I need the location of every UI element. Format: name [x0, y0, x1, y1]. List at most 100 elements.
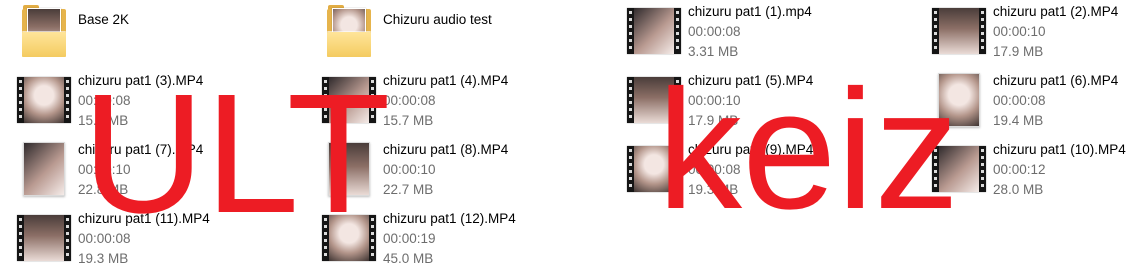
tile-details: chizuru pat1 (12).MP4 00:00:19 45.0 MB	[383, 209, 516, 269]
film-sprocket-strip	[629, 78, 632, 122]
tile-icon-area	[930, 2, 988, 60]
video-file-tile[interactable]: chizuru pat1 (8).MP4 00:00:10 22.7 MB	[320, 140, 625, 209]
file-duration: 00:00:08	[688, 24, 741, 39]
video-thumbnail-icon	[627, 8, 681, 54]
folder-icon	[327, 5, 371, 57]
file-name: chizuru pat1 (9).MP4	[688, 142, 814, 157]
tile-icon-area	[625, 140, 683, 198]
tile-details: chizuru pat1 (4).MP4 00:00:08 15.7 MB	[383, 71, 508, 131]
file-duration: 00:00:08	[993, 93, 1046, 108]
file-name: chizuru pat1 (8).MP4	[383, 142, 509, 157]
film-sprocket-strip	[19, 78, 22, 122]
thumbnail-image	[634, 146, 674, 192]
tile-details: chizuru pat1 (11).MP4 00:00:08 19.3 MB	[78, 209, 210, 269]
film-sprocket-strip	[981, 9, 984, 53]
file-size: 19.3 MB	[688, 182, 739, 197]
file-duration: 00:00:10	[688, 93, 741, 108]
tile-details: chizuru pat1 (5).MP4 00:00:10 17.9 MB	[688, 71, 813, 131]
file-size: 22.7 MB	[383, 182, 434, 197]
video-file-tile[interactable]: chizuru pat1 (11).MP4 00:00:08 19.3 MB	[15, 209, 320, 278]
folder-tile[interactable]: Base 2K	[15, 2, 320, 71]
file-size: 19.4 MB	[993, 113, 1044, 128]
file-duration: 00:00:08	[78, 93, 131, 108]
file-name: chizuru pat1 (10).MP4	[993, 142, 1126, 157]
folder-tile[interactable]: Chizuru audio test	[320, 2, 625, 71]
file-name: chizuru pat1 (6).MP4	[993, 73, 1119, 88]
thumbnail-image	[24, 77, 64, 123]
video-file-tile[interactable]: chizuru pat1 (1).mp4 00:00:08 3.31 MB	[625, 2, 930, 71]
tile-details: chizuru pat1 (2).MP4 00:00:10 17.9 MB	[993, 2, 1118, 62]
video-thumbnail-icon	[932, 146, 986, 192]
thumbnail-image	[329, 215, 369, 261]
tile-icon-area	[320, 2, 378, 60]
file-name: chizuru pat1 (7).MP4	[78, 142, 204, 157]
film-sprocket-strip	[676, 78, 679, 122]
file-size: 15.7 MB	[383, 113, 434, 128]
film-sprocket-strip	[324, 216, 327, 260]
file-duration: 00:00:08	[383, 93, 436, 108]
tile-icon-area	[930, 140, 988, 198]
film-sprocket-strip	[629, 147, 632, 191]
tile-icon-area	[15, 2, 73, 60]
film-sprocket-strip	[934, 9, 937, 53]
video-file-tile[interactable]: chizuru pat1 (3).MP4 00:00:08 15.3 MB	[15, 71, 320, 140]
film-sprocket-strip	[66, 78, 69, 122]
file-duration: 00:00:08	[78, 231, 131, 246]
portrait-thumbnail-icon	[938, 73, 980, 127]
thumbnail-image	[939, 74, 979, 126]
tile-details: chizuru pat1 (9).MP4 00:00:08 19.3 MB	[688, 140, 813, 200]
folder-icon	[22, 5, 66, 57]
tile-icon-area	[15, 140, 73, 198]
thumbnail-image	[24, 143, 64, 195]
tile-icon-area	[320, 140, 378, 198]
file-name: chizuru pat1 (5).MP4	[688, 73, 814, 88]
film-sprocket-strip	[629, 9, 632, 53]
tile-icon-area	[625, 71, 683, 129]
film-sprocket-strip	[676, 147, 679, 191]
tile-details: chizuru pat1 (3).MP4 00:00:08 15.3 MB	[78, 71, 203, 131]
thumbnail-image	[634, 77, 674, 123]
film-sprocket-strip	[324, 78, 327, 122]
video-thumbnail-icon	[322, 77, 376, 123]
tile-details: chizuru pat1 (6).MP4 00:00:08 19.4 MB	[993, 71, 1118, 131]
folder-name: Base 2K	[78, 12, 130, 27]
tile-icon-area	[320, 71, 378, 129]
file-name: chizuru pat1 (12).MP4	[383, 211, 516, 226]
video-thumbnail-icon	[932, 8, 986, 54]
video-file-tile[interactable]: chizuru pat1 (5).MP4 00:00:10 17.9 MB	[625, 71, 930, 140]
video-file-tile[interactable]: chizuru pat1 (9).MP4 00:00:08 19.3 MB	[625, 140, 930, 209]
film-sprocket-strip	[676, 9, 679, 53]
file-duration: 00:00:08	[688, 162, 741, 177]
thumbnail-image	[939, 8, 979, 54]
file-duration: 00:00:10	[993, 24, 1046, 39]
video-file-tile[interactable]: chizuru pat1 (2).MP4 00:00:10 17.9 MB	[930, 2, 1133, 71]
video-file-tile[interactable]: chizuru pat1 (7).MP4 00:00:10 22.8 MB	[15, 140, 320, 209]
file-size: 17.9 MB	[993, 44, 1044, 59]
file-size: 3.31 MB	[688, 44, 739, 59]
tile-icon-area	[625, 2, 683, 60]
file-size: 19.3 MB	[78, 251, 129, 266]
video-file-tile[interactable]: chizuru pat1 (10).MP4 00:00:12 28.0 MB	[930, 140, 1133, 209]
file-name: chizuru pat1 (11).MP4	[78, 211, 210, 226]
file-duration: 00:00:19	[383, 231, 436, 246]
file-name: chizuru pat1 (4).MP4	[383, 73, 509, 88]
tile-icon-area	[320, 209, 378, 267]
file-duration: 00:00:12	[993, 162, 1046, 177]
video-file-tile[interactable]: chizuru pat1 (12).MP4 00:00:19 45.0 MB	[320, 209, 625, 278]
video-file-tile[interactable]: chizuru pat1 (6).MP4 00:00:08 19.4 MB	[930, 71, 1133, 140]
video-file-tile[interactable]: chizuru pat1 (4).MP4 00:00:08 15.7 MB	[320, 71, 625, 140]
tile-icon-area	[15, 209, 73, 267]
tile-icon-area	[930, 71, 988, 129]
tile-details: chizuru pat1 (7).MP4 00:00:10 22.8 MB	[78, 140, 203, 200]
film-sprocket-strip	[371, 78, 374, 122]
tile-icon-area	[15, 71, 73, 129]
video-thumbnail-icon	[627, 77, 681, 123]
tile-details: Base 2K	[78, 2, 129, 30]
video-thumbnail-icon	[627, 146, 681, 192]
film-sprocket-strip	[66, 216, 69, 260]
file-name: chizuru pat1 (1).mp4	[688, 4, 812, 19]
film-sprocket-strip	[371, 216, 374, 260]
file-size: 17.9 MB	[688, 113, 739, 128]
file-size: 15.3 MB	[78, 113, 129, 128]
video-thumbnail-icon	[17, 77, 71, 123]
